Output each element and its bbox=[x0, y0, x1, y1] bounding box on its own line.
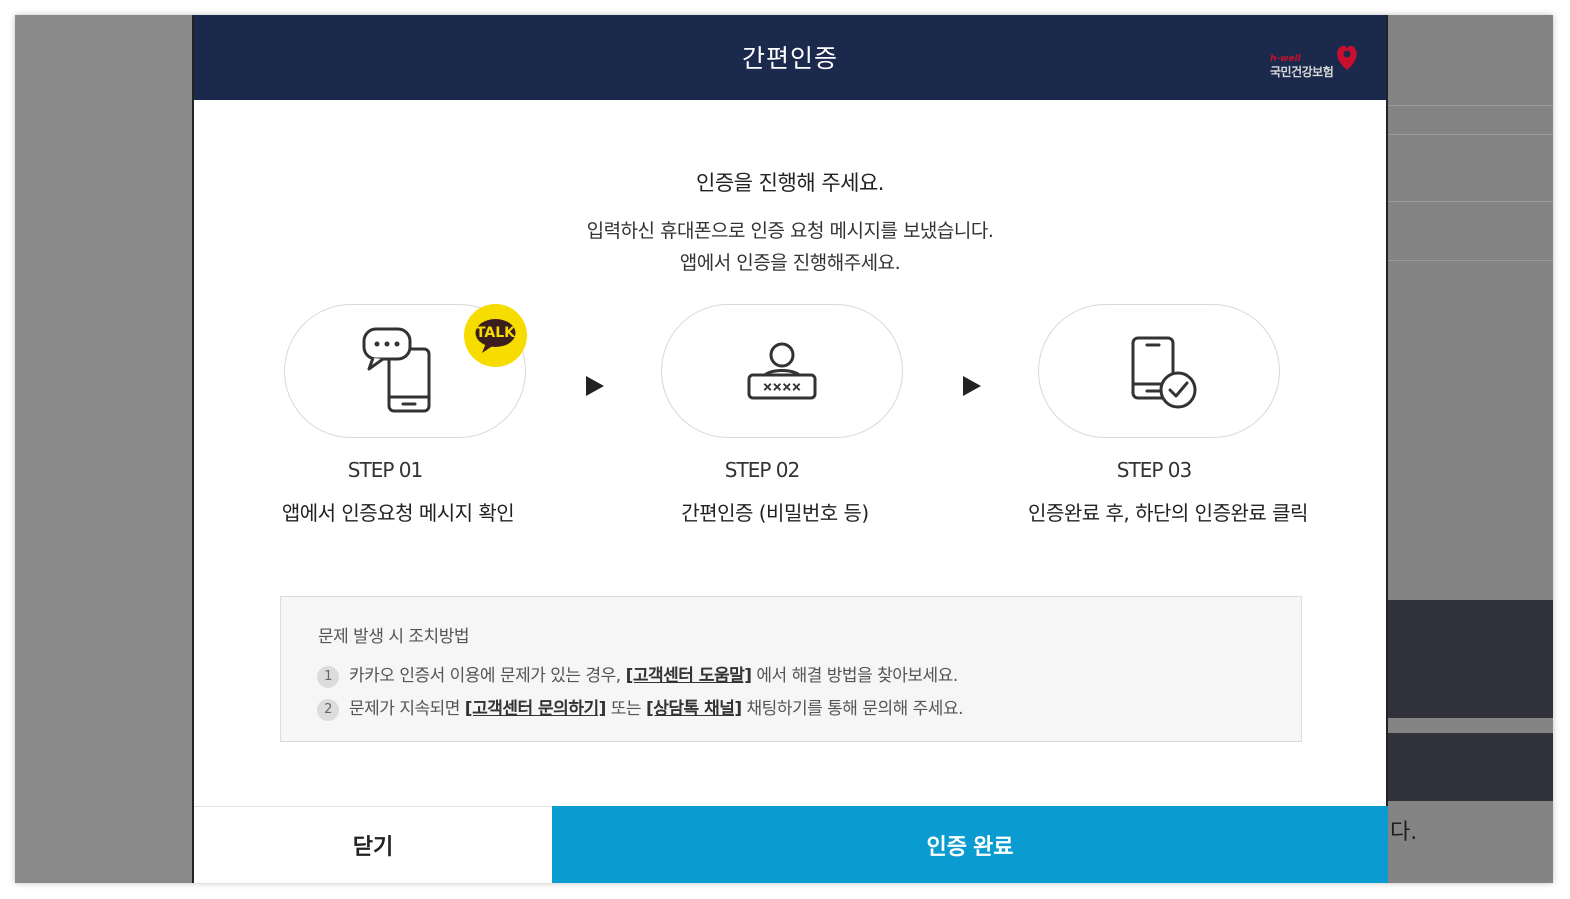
logo-name: 국민건강보험 bbox=[1270, 65, 1334, 79]
help-text: 채팅하기를 통해 문의해 주세요. bbox=[746, 699, 964, 719]
talk-label: TALK bbox=[475, 325, 516, 341]
step-01-label: STEP 01 bbox=[347, 458, 423, 482]
step-03-label: STEP 03 bbox=[1116, 458, 1192, 482]
help-text: 카카오 인증서 이용에 문제가 있는 경우, bbox=[349, 666, 621, 686]
step-arrow-icon bbox=[586, 376, 604, 396]
chat-channel-link[interactable]: [상담톡 채널] bbox=[646, 699, 742, 719]
help-center-guide-link[interactable]: [고객센터 도움말] bbox=[626, 666, 752, 686]
help-item-2: 2 문제가 지속되면 [고객센터 문의하기] 또는 [상담톡 채널] 채팅하기를 … bbox=[317, 694, 963, 721]
auth-complete-button[interactable]: 인증 완료 bbox=[552, 806, 1388, 883]
modal-heading: 인증을 진행해 주세요. bbox=[696, 171, 884, 195]
step-arrow-icon bbox=[963, 376, 981, 396]
modal-title: 간편인증 bbox=[741, 44, 838, 73]
help-title: 문제 발생 시 조치방법 bbox=[318, 627, 469, 647]
help-center-inquiry-link[interactable]: [고객센터 문의하기] bbox=[465, 699, 607, 719]
background-divider bbox=[1388, 105, 1553, 106]
help-box: 문제 발생 시 조치방법 1 카카오 인증서 이용에 문제가 있는 경우, [고객… bbox=[280, 596, 1302, 742]
logo-heart-icon bbox=[1337, 45, 1357, 70]
chat-phone-icon bbox=[362, 327, 431, 413]
background-dark-panel bbox=[1388, 600, 1553, 718]
svg-text:××××: ×××× bbox=[763, 377, 802, 396]
help-text: 문제가 지속되면 bbox=[349, 699, 460, 719]
phone-check-icon bbox=[1131, 336, 1197, 409]
background-divider bbox=[1388, 134, 1553, 135]
help-text: 또는 bbox=[610, 699, 642, 719]
background-text: 다. bbox=[1390, 820, 1418, 845]
description-line-1: 입력하신 휴대폰으로 인증 요청 메시지를 보냈습니다. bbox=[586, 220, 994, 242]
description-line-2: 앱에서 인증을 진행해주세요. bbox=[679, 252, 901, 274]
nhis-logo: h-well 국민건강보험 bbox=[1268, 42, 1360, 82]
background-divider bbox=[1388, 260, 1553, 261]
modal-header: 간편인증 h-well 국민건강보험 bbox=[194, 15, 1386, 100]
background-dark-panel bbox=[1388, 733, 1553, 801]
step-03-description: 인증완료 후, 하단의 인증완료 클릭 bbox=[1028, 501, 1308, 525]
user-password-icon: ×××× bbox=[747, 342, 817, 400]
help-text: 에서 해결 방법을 찾아보세요. bbox=[756, 666, 958, 686]
step-01-description: 앱에서 인증요청 메시지 확인 bbox=[281, 501, 515, 525]
auth-modal: 간편인증 h-well 국민건강보험 인증을 진행해 주세요. 입력하신 휴대폰… bbox=[192, 15, 1388, 883]
step-02-label: STEP 02 bbox=[724, 458, 800, 482]
step-02-description: 간편인증 (비밀번호 등) bbox=[681, 501, 869, 525]
help-number-badge: 1 bbox=[317, 666, 339, 688]
kakao-talk-badge: TALK bbox=[464, 304, 527, 367]
background-divider bbox=[1388, 201, 1553, 202]
help-item-1: 1 카카오 인증서 이용에 문제가 있는 경우, [고객센터 도움말] 에서 해결… bbox=[317, 661, 958, 688]
close-button[interactable]: 닫기 bbox=[194, 806, 552, 883]
help-number-badge: 2 bbox=[317, 699, 339, 721]
